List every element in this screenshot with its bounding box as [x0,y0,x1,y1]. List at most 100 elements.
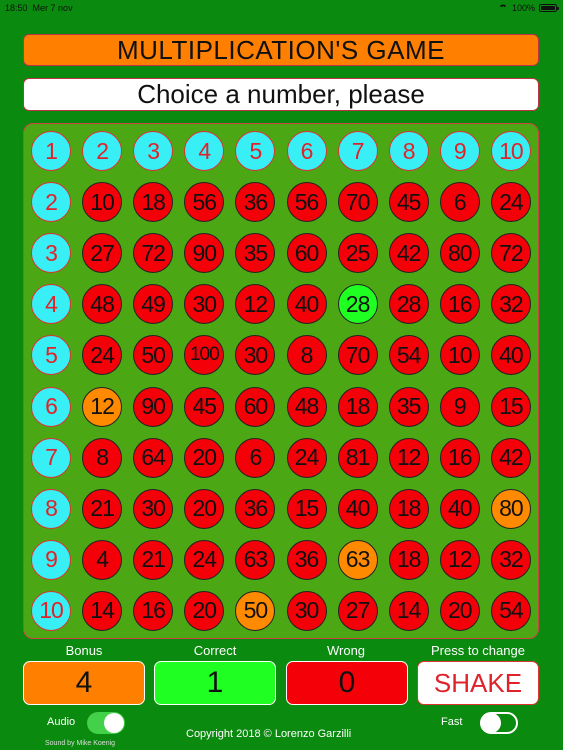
number-cell[interactable]: 72 [133,233,174,274]
status-time: 18:50 [5,3,28,13]
number-cell[interactable]: 60 [286,233,327,274]
number-cell[interactable]: 70 [337,335,378,376]
header-cell: 1 [31,131,71,171]
number-cell[interactable]: 4 [82,539,123,580]
header-cell: 4 [184,131,225,171]
header-cell: 8 [31,488,71,529]
number-cell[interactable]: 28 [337,284,378,325]
number-cell[interactable]: 45 [388,182,429,223]
number-cell[interactable]: 36 [235,488,276,529]
number-cell[interactable]: 20 [184,488,225,529]
number-cell[interactable]: 27 [82,233,123,274]
number-cell[interactable]: 24 [82,335,123,376]
number-cell[interactable]: 54 [490,590,531,631]
number-cell[interactable]: 24 [184,539,225,580]
multiplication-board: 1 2 3 4 5 6 7 8 9 10 2 10 18 56 36 56 70 45 6 24 3 27 72 90 35 60… [23,123,539,639]
shake-hint-label: Press to change [431,643,525,658]
number-cell[interactable]: 12 [82,386,123,427]
number-cell[interactable]: 20 [184,590,225,631]
number-cell[interactable]: 18 [337,386,378,427]
number-cell[interactable]: 56 [286,182,327,223]
number-cell[interactable]: 14 [388,590,429,631]
number-cell[interactable]: 63 [337,539,378,580]
number-cell[interactable]: 63 [235,539,276,580]
number-cell[interactable]: 50 [235,590,276,631]
audio-toggle[interactable] [87,712,125,734]
number-cell[interactable]: 18 [388,539,429,580]
number-cell[interactable]: 35 [388,386,429,427]
number-cell[interactable]: 90 [184,233,225,274]
shake-button[interactable]: SHAKE [417,661,539,705]
number-cell[interactable]: 42 [388,233,429,274]
number-cell[interactable]: 20 [439,590,480,631]
number-cell[interactable]: 9 [439,386,480,427]
number-cell[interactable]: 80 [439,233,480,274]
number-cell[interactable]: 49 [133,284,174,325]
number-cell[interactable]: 40 [337,488,378,529]
number-cell[interactable]: 21 [133,539,174,580]
number-cell[interactable]: 10 [439,335,480,376]
number-cell[interactable]: 81 [337,437,378,478]
audio-label: Audio [47,716,76,728]
header-cell: 6 [286,131,327,171]
number-cell[interactable]: 40 [490,335,531,376]
number-cell[interactable]: 27 [337,590,378,631]
number-cell[interactable]: 45 [184,386,225,427]
sound-credit: Sound by Mike Koenig [45,740,116,747]
number-cell[interactable]: 10 [82,182,123,223]
fast-toggle[interactable] [480,712,518,734]
header-cell: 10 [490,131,531,171]
number-cell[interactable]: 48 [82,284,123,325]
number-cell[interactable]: 6 [439,182,480,223]
number-cell[interactable]: 35 [235,233,276,274]
number-cell[interactable]: 48 [286,386,327,427]
number-cell[interactable]: 18 [388,488,429,529]
number-cell[interactable]: 12 [439,539,480,580]
number-cell[interactable]: 56 [184,182,225,223]
number-cell[interactable]: 36 [286,539,327,580]
number-cell[interactable]: 90 [133,386,174,427]
number-cell[interactable]: 16 [133,590,174,631]
number-cell[interactable]: 40 [286,284,327,325]
number-cell[interactable]: 15 [286,488,327,529]
number-cell[interactable]: 30 [235,335,276,376]
number-cell[interactable]: 40 [439,488,480,529]
header-cell: 10 [31,590,71,631]
header-cell: 7 [31,437,71,478]
number-cell[interactable]: 12 [388,437,429,478]
number-cell[interactable]: 60 [235,386,276,427]
number-cell[interactable]: 32 [490,284,531,325]
number-cell[interactable]: 36 [235,182,276,223]
header-cell: 9 [439,131,480,171]
header-cell: 8 [388,131,429,171]
number-cell[interactable]: 80 [490,488,531,529]
number-cell[interactable]: 64 [133,437,174,478]
number-cell[interactable]: 28 [388,284,429,325]
number-cell[interactable]: 6 [235,437,276,478]
number-cell[interactable]: 12 [235,284,276,325]
number-cell[interactable]: 100 [184,335,225,376]
number-cell[interactable]: 15 [490,386,531,427]
number-cell[interactable]: 72 [490,233,531,274]
number-cell[interactable]: 14 [82,590,123,631]
number-cell[interactable]: 18 [133,182,174,223]
number-cell[interactable]: 24 [286,437,327,478]
number-cell[interactable]: 30 [133,488,174,529]
number-cell[interactable]: 32 [490,539,531,580]
number-cell[interactable]: 16 [439,284,480,325]
number-cell[interactable]: 54 [388,335,429,376]
number-cell[interactable]: 70 [337,182,378,223]
number-cell[interactable]: 30 [184,284,225,325]
number-cell[interactable]: 42 [490,437,531,478]
number-cell[interactable]: 24 [490,182,531,223]
number-cell[interactable]: 8 [82,437,123,478]
audio-toggle-knob [104,713,124,733]
number-cell[interactable]: 21 [82,488,123,529]
number-cell[interactable]: 8 [286,335,327,376]
number-cell[interactable]: 50 [133,335,174,376]
number-cell[interactable]: 25 [337,233,378,274]
header-cell: 3 [133,131,174,171]
number-cell[interactable]: 30 [286,590,327,631]
number-cell[interactable]: 16 [439,437,480,478]
number-cell[interactable]: 20 [184,437,225,478]
